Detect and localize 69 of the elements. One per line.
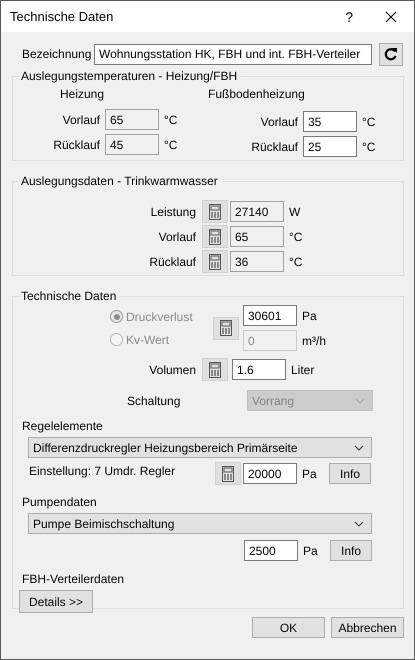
unit-label: Pa [302,466,318,480]
value-field[interactable]: 65 [230,226,284,247]
section-label: FBH-Verteilerdaten [22,572,126,586]
unit-label: °C [362,114,376,128]
unit-label: Pa [303,544,319,558]
field-label: Rücklauf [148,254,196,268]
setting-text: Einstellung: 7 Umdr. Regler [29,463,176,478]
field-label: Vorlauf [260,114,298,128]
pressure-field[interactable]: 20000 [243,463,297,484]
field-label: Vorlauf [158,230,196,244]
group-title: Auslegungstemperaturen - Heizung/FBH [20,69,238,83]
chevron-icon [354,444,364,450]
dialog-button[interactable]: OK [252,617,325,638]
column-heading: Heizung [59,87,106,101]
close-icon[interactable] [385,10,397,22]
calculator-icon [209,204,221,220]
calculator-icon [209,362,221,378]
unit-label: W [289,204,300,218]
field-label: Volumen [148,362,196,376]
field-label: Schaltung [127,394,182,408]
pump-dropdown[interactable]: Pumpe Beimischschaltung [28,513,372,534]
calculator-icon [209,228,221,244]
details-button[interactable]: Details >> [19,590,93,613]
calculator-button[interactable] [215,462,241,485]
info-button[interactable]: Info [329,463,371,484]
unit-label: Liter [291,362,314,376]
calculator-button[interactable] [202,200,228,223]
field-label: Leistung [150,204,196,218]
field-label: Bezeichnung [22,47,92,61]
unit-label: °C [289,230,302,244]
refresh-icon [384,47,398,61]
temperature-field[interactable]: 35 [303,111,357,132]
temperature-field[interactable]: 65 [105,109,159,130]
window-title: Technische Daten [10,9,114,24]
group-title: Technische Daten [20,289,118,303]
chevron-icon [355,398,365,404]
field-label: Rücklauf [250,140,298,154]
calculator-button[interactable] [213,316,239,340]
temperature-field[interactable]: 45 [105,134,159,155]
info-button[interactable]: Info [330,540,372,561]
designation-field[interactable]: Wohnungsstation HK, FBH und int. FBH-Verteiler [94,44,372,64]
chevron-icon [354,520,364,526]
unit-label: °C [164,138,178,152]
field-label: Vorlauf [62,112,100,126]
group-title: Auslegungsdaten - Trinkwarmwasser [20,174,219,188]
calculator-icon [222,466,234,482]
pressure-field[interactable]: 2500 [244,540,298,561]
control-element-dropdown[interactable]: Differenzdruckregler Heizungsbereich Primärseite [28,437,372,458]
value-field[interactable]: 27140 [230,201,284,222]
section-label: Pumpendaten [22,495,98,509]
unit-label: °C [289,254,302,268]
dialog-button[interactable]: Abbrechen [331,617,404,638]
value-field[interactable]: 36 [230,251,284,272]
calculator-icon [220,320,232,336]
column-heading: Fußbodenheizung [207,87,306,101]
section-label: Regelelemente [22,419,104,433]
calculator-button[interactable] [202,250,228,273]
unit-label: Pa [302,308,317,322]
unit-label: m³/h [302,334,326,348]
unit-label: °C [362,140,376,154]
unit-label: °C [164,112,178,126]
calculator-button[interactable] [202,225,228,248]
value-field[interactable]: 1.6 [232,359,286,380]
calculator-button[interactable] [202,358,228,381]
temperature-field[interactable]: 25 [303,136,357,157]
field-label: Rücklauf [52,138,100,152]
help-button[interactable]: ? [345,8,353,24]
refresh-button[interactable] [379,42,403,66]
calculator-icon [209,254,221,270]
